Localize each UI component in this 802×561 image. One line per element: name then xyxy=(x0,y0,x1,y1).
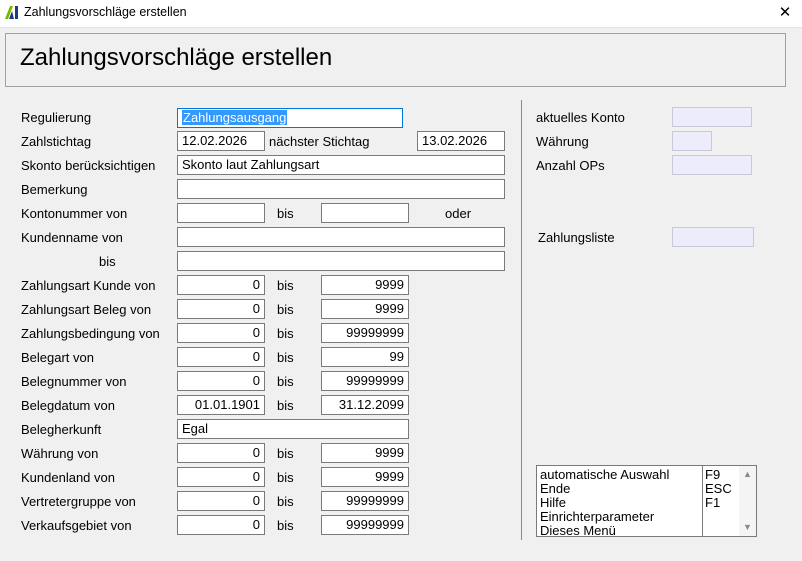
range-from-field[interactable]: 0 xyxy=(177,467,265,487)
kundenname-from-field[interactable] xyxy=(177,227,505,247)
range-from-field[interactable]: 0 xyxy=(177,323,265,343)
aktuelles-konto-label: aktuelles Konto xyxy=(536,110,625,125)
range-bis-label: bis xyxy=(277,350,294,365)
menu-key-f9: F9 xyxy=(705,467,721,482)
menu-item-einrichterparameter[interactable]: Einrichterparameter xyxy=(540,510,654,524)
scroll-up-icon[interactable]: ▲ xyxy=(739,466,756,483)
range-from-field[interactable]: 0 xyxy=(177,275,265,295)
range-from-field[interactable]: 0 xyxy=(177,491,265,511)
waehrung-label: Währung xyxy=(536,134,589,149)
range-to-field[interactable]: 99 xyxy=(321,347,409,367)
menu-item-hilfe[interactable]: Hilfe xyxy=(540,496,566,510)
range-bis-label: bis xyxy=(277,278,294,293)
page-title: Zahlungsvorschläge erstellen xyxy=(20,44,333,71)
menu-item-dieses-menue[interactable]: Dieses Menü xyxy=(540,524,616,538)
bemerkung-label: Bemerkung xyxy=(21,182,88,197)
range-bis-label: bis xyxy=(277,518,294,533)
close-button[interactable]: ✕ xyxy=(768,0,802,27)
range-to-field[interactable]: 9999 xyxy=(321,443,409,463)
range-from-field[interactable]: 0 xyxy=(177,347,265,367)
range-bis-label: bis xyxy=(277,446,294,461)
oder-label: oder xyxy=(445,206,472,221)
menu-key-f1: F1 xyxy=(705,495,721,510)
belegherkunft-label: Belegherkunft xyxy=(21,422,102,437)
range-from-field[interactable]: 0 xyxy=(177,515,265,535)
naechster-stichtag-field[interactable]: 13.02.2026 xyxy=(417,131,505,151)
range-bis-label: bis xyxy=(277,470,294,485)
range-from-field[interactable]: 01.01.1901 xyxy=(177,395,265,415)
app-logo-icon xyxy=(5,6,18,19)
naechster-stichtag-label: nächster Stichtag xyxy=(269,134,370,149)
anzahl-ops-label: Anzahl OPs xyxy=(536,158,605,173)
range-bis-label: bis xyxy=(277,494,294,509)
regulierung-field[interactable]: Zahlungsausgang xyxy=(177,108,403,128)
range-label: Kundenland von xyxy=(21,470,115,485)
zahlungsliste-field xyxy=(672,227,754,247)
range-label: Belegnummer von xyxy=(21,374,127,389)
range-label: Belegart von xyxy=(21,350,94,365)
header-panel: Zahlungsvorschläge erstellen xyxy=(5,33,786,87)
skonto-label: Skonto berücksichtigen xyxy=(21,158,156,173)
scroll-down-icon[interactable]: ▼ xyxy=(739,519,756,536)
range-from-field[interactable]: 0 xyxy=(177,299,265,319)
regulierung-label: Regulierung xyxy=(21,110,92,125)
range-label: Belegdatum von xyxy=(21,398,115,413)
waehrung-field xyxy=(672,131,712,151)
range-label: Zahlungsart Kunde von xyxy=(21,278,156,293)
skonto-field[interactable]: Skonto laut Zahlungsart xyxy=(177,155,505,175)
anzahl-ops-field xyxy=(672,155,752,175)
kontonummer-to-field[interactable] xyxy=(321,203,409,223)
range-bis-label: bis xyxy=(277,374,294,389)
range-to-field[interactable]: 99999999 xyxy=(321,491,409,511)
close-icon: ✕ xyxy=(778,4,792,21)
belegherkunft-field[interactable]: Egal xyxy=(177,419,409,439)
range-to-field[interactable]: 99999999 xyxy=(321,515,409,535)
vertical-divider xyxy=(521,100,522,540)
range-to-field[interactable]: 9999 xyxy=(321,467,409,487)
menu-item-automatische-auswahl[interactable]: automatische Auswahl xyxy=(540,468,669,482)
kundenname-to-field[interactable] xyxy=(177,251,505,271)
range-to-field[interactable]: 99999999 xyxy=(321,323,409,343)
range-to-field[interactable]: 9999 xyxy=(321,275,409,295)
range-label: Währung von xyxy=(21,446,99,461)
aktuelles-konto-field xyxy=(672,107,752,127)
range-to-field[interactable]: 99999999 xyxy=(321,371,409,391)
function-menu: automatische Auswahl F9 Ende ESC Hilfe F… xyxy=(536,465,757,538)
range-to-field[interactable]: 9999 xyxy=(321,299,409,319)
title-bar: Zahlungsvorschläge erstellen ✕ xyxy=(0,0,802,28)
window-title: Zahlungsvorschläge erstellen xyxy=(24,5,187,19)
zahlstichtag-label: Zahlstichtag xyxy=(21,134,92,149)
range-label: Vertretergruppe von xyxy=(21,494,136,509)
kontonummer-from-field[interactable] xyxy=(177,203,265,223)
menu-key-esc: ESC xyxy=(705,481,732,496)
kontonummer-bis-label: bis xyxy=(277,206,294,221)
range-bis-label: bis xyxy=(277,302,294,317)
bemerkung-field[interactable] xyxy=(177,179,505,199)
range-bis-label: bis xyxy=(277,398,294,413)
menu-item-ende[interactable]: Ende xyxy=(540,482,570,496)
menu-column-divider xyxy=(702,466,703,536)
kontonummer-label: Kontonummer von xyxy=(21,206,128,221)
kundenname-label: Kundenname von xyxy=(21,230,123,245)
range-label: Zahlungsart Beleg von xyxy=(21,302,152,317)
range-label: Zahlungsbedingung von xyxy=(21,326,160,341)
zahlungsliste-label: Zahlungsliste xyxy=(538,230,615,245)
range-from-field[interactable]: 0 xyxy=(177,371,265,391)
range-from-field[interactable]: 0 xyxy=(177,443,265,463)
zahlstichtag-field[interactable]: 12.02.2026 xyxy=(177,131,265,151)
range-label: Verkaufsgebiet von xyxy=(21,518,132,533)
menu-scrollbar[interactable]: ▲ ▼ xyxy=(739,466,756,536)
range-bis-label: bis xyxy=(277,326,294,341)
range-to-field[interactable]: 31.12.2099 xyxy=(321,395,409,415)
kundenname-bis-label: bis xyxy=(99,254,116,269)
